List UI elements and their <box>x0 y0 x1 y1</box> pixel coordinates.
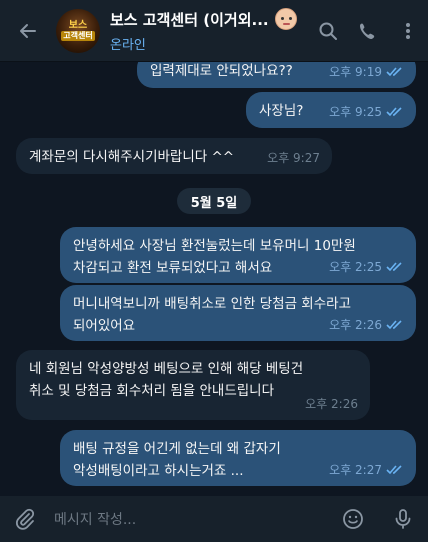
incoming-message[interactable]: 네 회원님 악성양방성 베팅으로 인해 해당 베팅건 취소 및 당첨금 회수처리… <box>16 350 370 420</box>
back-button[interactable] <box>0 0 56 62</box>
avatar[interactable]: 보스 고객센터 <box>56 8 100 53</box>
microphone-icon <box>395 509 411 529</box>
message-text: 계좌문의 다시해주시기바랍니다 ^^ <box>29 149 235 165</box>
outgoing-message[interactable]: 안녕하세요 사장님 환전눌렀는데 보유머니 10만원 차감되고 환전 보류되었다… <box>60 227 416 283</box>
message-text-line: 배팅 규정을 어긴게 없는데 왜 갑자기 <box>73 441 281 457</box>
paperclip-icon <box>16 508 35 530</box>
attach-button[interactable] <box>0 496 50 542</box>
chat-title: 보스 고객센터 (이거외... <box>110 10 269 29</box>
double-check-icon <box>386 465 402 475</box>
message-list[interactable]: 입력제대로 안되었나요?? 오후 9:19 사장님? 오후 9:25 계좌문의 … <box>0 62 428 496</box>
double-check-icon <box>386 107 402 117</box>
more-menu-button[interactable] <box>388 0 428 62</box>
avatar-logo-subtext: 고객센터 <box>61 31 95 41</box>
online-status: 온라인 <box>110 38 146 53</box>
message-time: 오후 2:26 <box>305 397 358 411</box>
message-text-line: 안녕하세요 사장님 환전눌렀는데 보유머니 10만원 <box>73 238 356 254</box>
outgoing-message[interactable]: 사장님? 오후 9:25 <box>246 92 416 128</box>
message-text: 사장님? <box>259 103 304 119</box>
message-input[interactable]: 메시지 작성... <box>50 509 328 529</box>
call-button[interactable] <box>348 0 388 62</box>
emoji-button[interactable] <box>328 496 378 542</box>
avatar-logo-text: 보스 <box>68 20 88 31</box>
incoming-message[interactable]: 계좌문의 다시해주시기바랍니다 ^^ 오후 9:27 <box>16 138 332 174</box>
outgoing-message[interactable]: 배팅 규정을 어긴게 없는데 왜 갑자기 악성배팅이라고 하시는거죠 ... 오… <box>60 430 416 486</box>
double-check-icon <box>386 67 402 77</box>
baby-face-emoji-icon <box>274 8 297 30</box>
chat-header: 보스 고객센터 보스 고객센터 (이거외... 온라인 <box>0 0 428 62</box>
message-time: 오후 9:25 <box>329 105 382 119</box>
voice-record-button[interactable] <box>378 496 428 542</box>
message-text-line: 네 회원님 악성양방성 베팅으로 인해 해당 베팅건 <box>29 361 304 377</box>
message-composer: 메시지 작성... <box>0 496 428 542</box>
more-vertical-icon <box>406 22 410 39</box>
message-time: 오후 9:19 <box>329 65 382 79</box>
date-separator: 5월 5일 <box>177 188 251 214</box>
search-button[interactable] <box>308 0 348 62</box>
outgoing-message[interactable]: 입력제대로 안되었나요?? 오후 9:19 <box>137 62 416 88</box>
double-check-icon <box>386 262 402 272</box>
search-icon <box>319 22 337 40</box>
message-text-line: 머니내역보니까 배팅취소로 인한 당첨금 회수라고 <box>73 296 351 312</box>
message-time: 오후 2:26 <box>329 318 382 332</box>
phone-icon <box>360 23 375 39</box>
message-text: 입력제대로 안되었나요?? <box>150 63 293 79</box>
message-time: 오후 2:27 <box>329 463 382 477</box>
message-time: 오후 9:27 <box>267 151 320 165</box>
emoji-icon <box>343 509 363 529</box>
arrow-left-icon <box>20 23 36 38</box>
message-time: 오후 2:25 <box>329 260 382 274</box>
double-check-icon <box>386 320 402 330</box>
chat-title-area[interactable]: 보스 고객센터 (이거외... 온라인 <box>110 8 308 53</box>
outgoing-message[interactable]: 머니내역보니까 배팅취소로 인한 당첨금 회수라고 되어있어요 오후 2:26 <box>60 285 416 341</box>
